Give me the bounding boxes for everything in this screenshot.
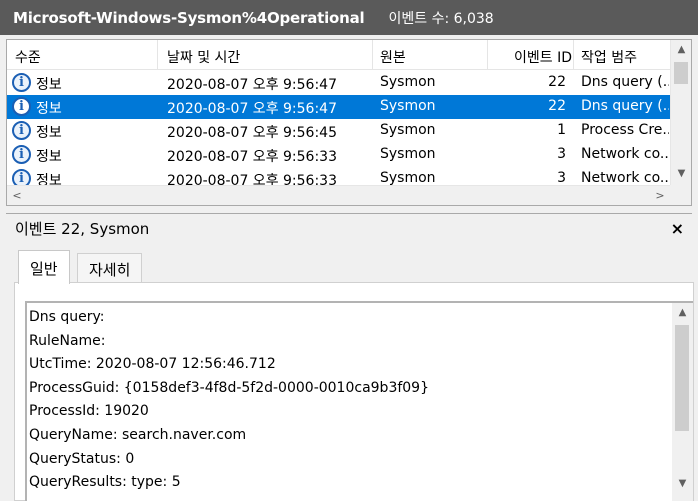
column-divider[interactable] [157,40,158,70]
column-header-level[interactable]: 수준 [15,47,41,67]
scroll-thumb[interactable] [674,62,688,84]
event-list-header: 수준 날짜 및 시간 원본 이벤트 ID 작업 범주 [7,40,671,70]
event-row[interactable]: i 정보 2020-08-07 오후 9:56:33 Sysmon 3 Netw… [7,143,671,167]
column-header-event-id[interactable]: 이벤트 ID [502,47,572,67]
row-source: Sysmon [380,98,436,114]
row-task: Network co... [581,146,669,162]
event-count: 이벤트 수: 6,038 [388,10,494,27]
event-list-vertical-scrollbar[interactable]: ▲ ▼ [670,40,691,185]
row-event-id: 22 [548,98,566,114]
event-description-text[interactable]: Dns query: RuleName: UtcTime: 2020-08-07… [29,309,659,498]
column-divider[interactable] [573,40,574,70]
row-level: 정보 [36,77,62,93]
detail-line: QueryStatus: 0 [29,450,135,467]
scroll-up-icon[interactable]: ▲ [672,303,693,323]
row-event-id: 22 [548,74,566,90]
row-level: 정보 [36,101,62,117]
close-icon[interactable]: × [671,219,684,238]
scroll-down-icon[interactable]: ▼ [672,474,693,494]
row-task: Dns query (... [581,74,669,90]
info-icon: i [12,145,31,164]
row-event-id: 3 [557,170,566,186]
log-name: Microsoft-Windows-Sysmon%4Operational [13,8,365,27]
row-task: Process Cre... [581,122,669,138]
row-datetime: 2020-08-07 오후 9:56:33 [167,149,337,165]
scroll-thumb[interactable] [675,325,689,431]
column-header-source[interactable]: 원본 [380,47,406,67]
row-source: Sysmon [380,74,436,90]
detail-line: RuleName: [29,332,106,349]
scroll-down-icon[interactable]: ▼ [671,164,691,184]
event-description-box[interactable]: Dns query: RuleName: UtcTime: 2020-08-07… [25,301,693,501]
detail-line: QueryName: search.naver.com [29,426,247,443]
scroll-right-icon[interactable]: > [650,186,670,205]
event-detail-header: 이벤트 22, Sysmon × [6,213,692,243]
row-datetime: 2020-08-07 오후 9:56:45 [167,125,337,141]
column-divider[interactable] [372,40,373,70]
scrollbar-corner [670,185,691,205]
scroll-up-icon[interactable]: ▲ [671,40,691,60]
event-list[interactable]: 수준 날짜 및 시간 원본 이벤트 ID 작업 범주 i 정보 2020-08-… [6,39,692,206]
row-source: Sysmon [380,170,436,186]
event-detail-title: 이벤트 22, Sysmon [15,220,150,238]
column-divider[interactable] [487,40,488,70]
tab-details[interactable]: 자세히 [77,253,143,282]
event-row[interactable]: i 정보 2020-08-07 오후 9:56:47 Sysmon 22 Dns… [7,71,671,95]
log-titlebar: Microsoft-Windows-Sysmon%4Operational 이벤… [0,0,698,35]
row-datetime: 2020-08-07 오후 9:56:47 [167,101,337,117]
column-header-task-category[interactable]: 작업 범주 [581,47,637,67]
event-row-selected[interactable]: i 정보 2020-08-07 오후 9:56:47 Sysmon 22 Dns… [7,95,671,119]
tab-general[interactable]: 일반 [18,250,70,284]
detail-line: UtcTime: 2020-08-07 12:56:46.712 [29,356,276,373]
detail-line: Dns query: [29,309,105,325]
event-row[interactable]: i 정보 2020-08-07 오후 9:56:45 Sysmon 1 Proc… [7,119,671,143]
info-icon: i [12,73,31,92]
info-icon: i [12,121,31,140]
row-source: Sysmon [380,122,436,138]
event-list-horizontal-scrollbar[interactable]: < > [7,185,691,205]
detail-line: ProcessId: 19020 [29,403,149,420]
row-task: Dns query (... [581,98,669,114]
row-event-id: 1 [557,122,566,138]
row-task: Network co... [581,170,669,186]
row-source: Sysmon [380,146,436,162]
description-vertical-scrollbar[interactable]: ▲ ▼ [672,303,693,501]
detail-line: QueryResults: type: 5 [29,474,181,491]
row-datetime: 2020-08-07 오후 9:56:47 [167,77,337,93]
detail-line: ProcessGuid: {0158def3-4f8d-5f2d-0000-00… [29,379,429,396]
row-event-id: 3 [557,146,566,162]
row-level: 정보 [36,125,62,141]
info-icon: i [12,97,31,116]
column-header-datetime[interactable]: 날짜 및 시간 [167,47,240,67]
tab-content: Dns query: RuleName: UtcTime: 2020-08-07… [14,282,694,501]
scroll-left-icon[interactable]: < [7,186,27,205]
row-level: 정보 [36,149,62,165]
